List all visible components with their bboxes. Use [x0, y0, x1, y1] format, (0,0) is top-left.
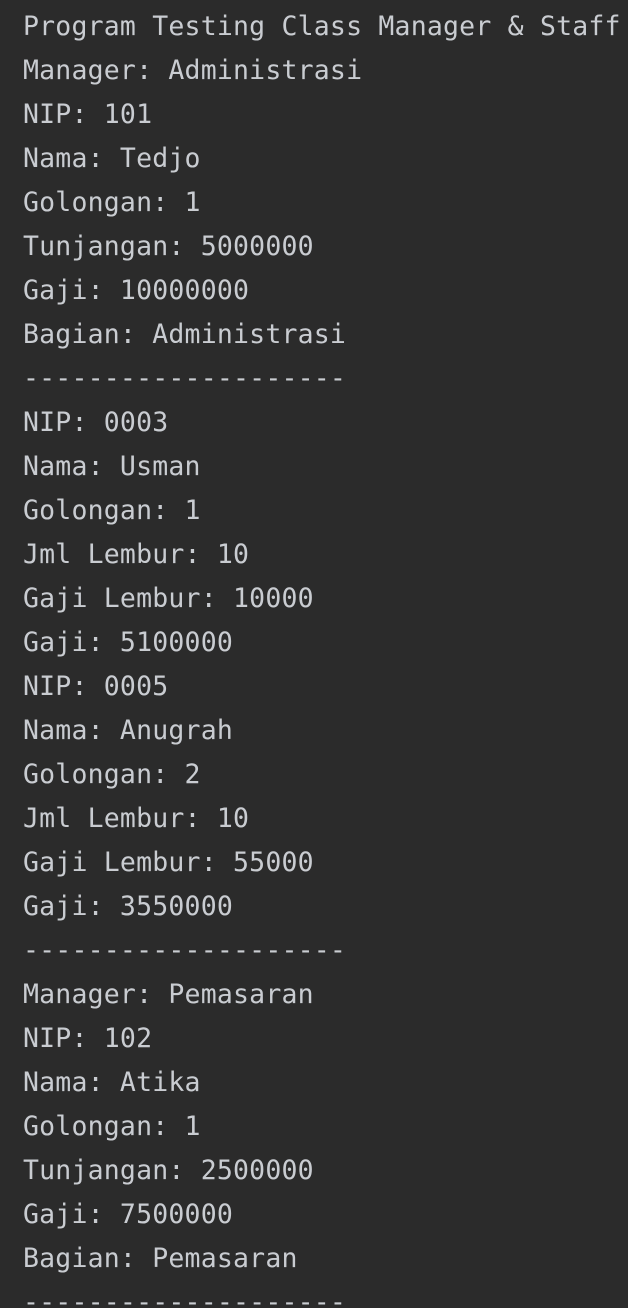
console-line: Bagian: Pemasaran: [23, 1243, 298, 1274]
separator-line: --------------------: [23, 935, 347, 966]
console-line: NIP: 102: [23, 1023, 153, 1054]
console-line: Gaji: 5100000: [23, 627, 234, 658]
console-line: Nama: Usman: [23, 451, 201, 482]
console-line: Manager: Pemasaran: [23, 979, 314, 1010]
console-line: Bagian: Administrasi: [23, 319, 347, 350]
console-line: Gaji Lembur: 10000: [23, 583, 314, 614]
console-line: Golongan: 1: [23, 187, 201, 218]
console-line: NIP: 0005: [23, 671, 169, 702]
console-line: Nama: Atika: [23, 1067, 201, 1098]
console-line: Gaji: 10000000: [23, 275, 250, 306]
console-line: NIP: 101: [23, 99, 153, 130]
console-line: Tunjangan: 2500000: [23, 1155, 314, 1186]
separator-line: --------------------: [23, 363, 347, 394]
console-line: Golongan: 2: [23, 759, 201, 790]
console-line: Nama: Tedjo: [23, 143, 201, 174]
console-line: Nama: Anugrah: [23, 715, 234, 746]
console-output[interactable]: Program Testing Class Manager & Staff Ma…: [23, 5, 628, 1308]
console-line: Jml Lembur: 10: [23, 803, 250, 834]
console-line: Gaji Lembur: 55000: [23, 847, 314, 878]
separator-line: --------------------: [23, 1287, 347, 1308]
console-line: Golongan: 1: [23, 495, 201, 526]
console-line: Tunjangan: 5000000: [23, 231, 314, 262]
console-line: Program Testing Class Manager & Staff: [23, 11, 621, 42]
console-line: Gaji: 3550000: [23, 891, 234, 922]
console-line: Jml Lembur: 10: [23, 539, 250, 570]
console-line: Gaji: 7500000: [23, 1199, 234, 1230]
console-line: Manager: Administrasi: [23, 55, 363, 86]
console-line: Golongan: 1: [23, 1111, 201, 1142]
console-line: NIP: 0003: [23, 407, 169, 438]
